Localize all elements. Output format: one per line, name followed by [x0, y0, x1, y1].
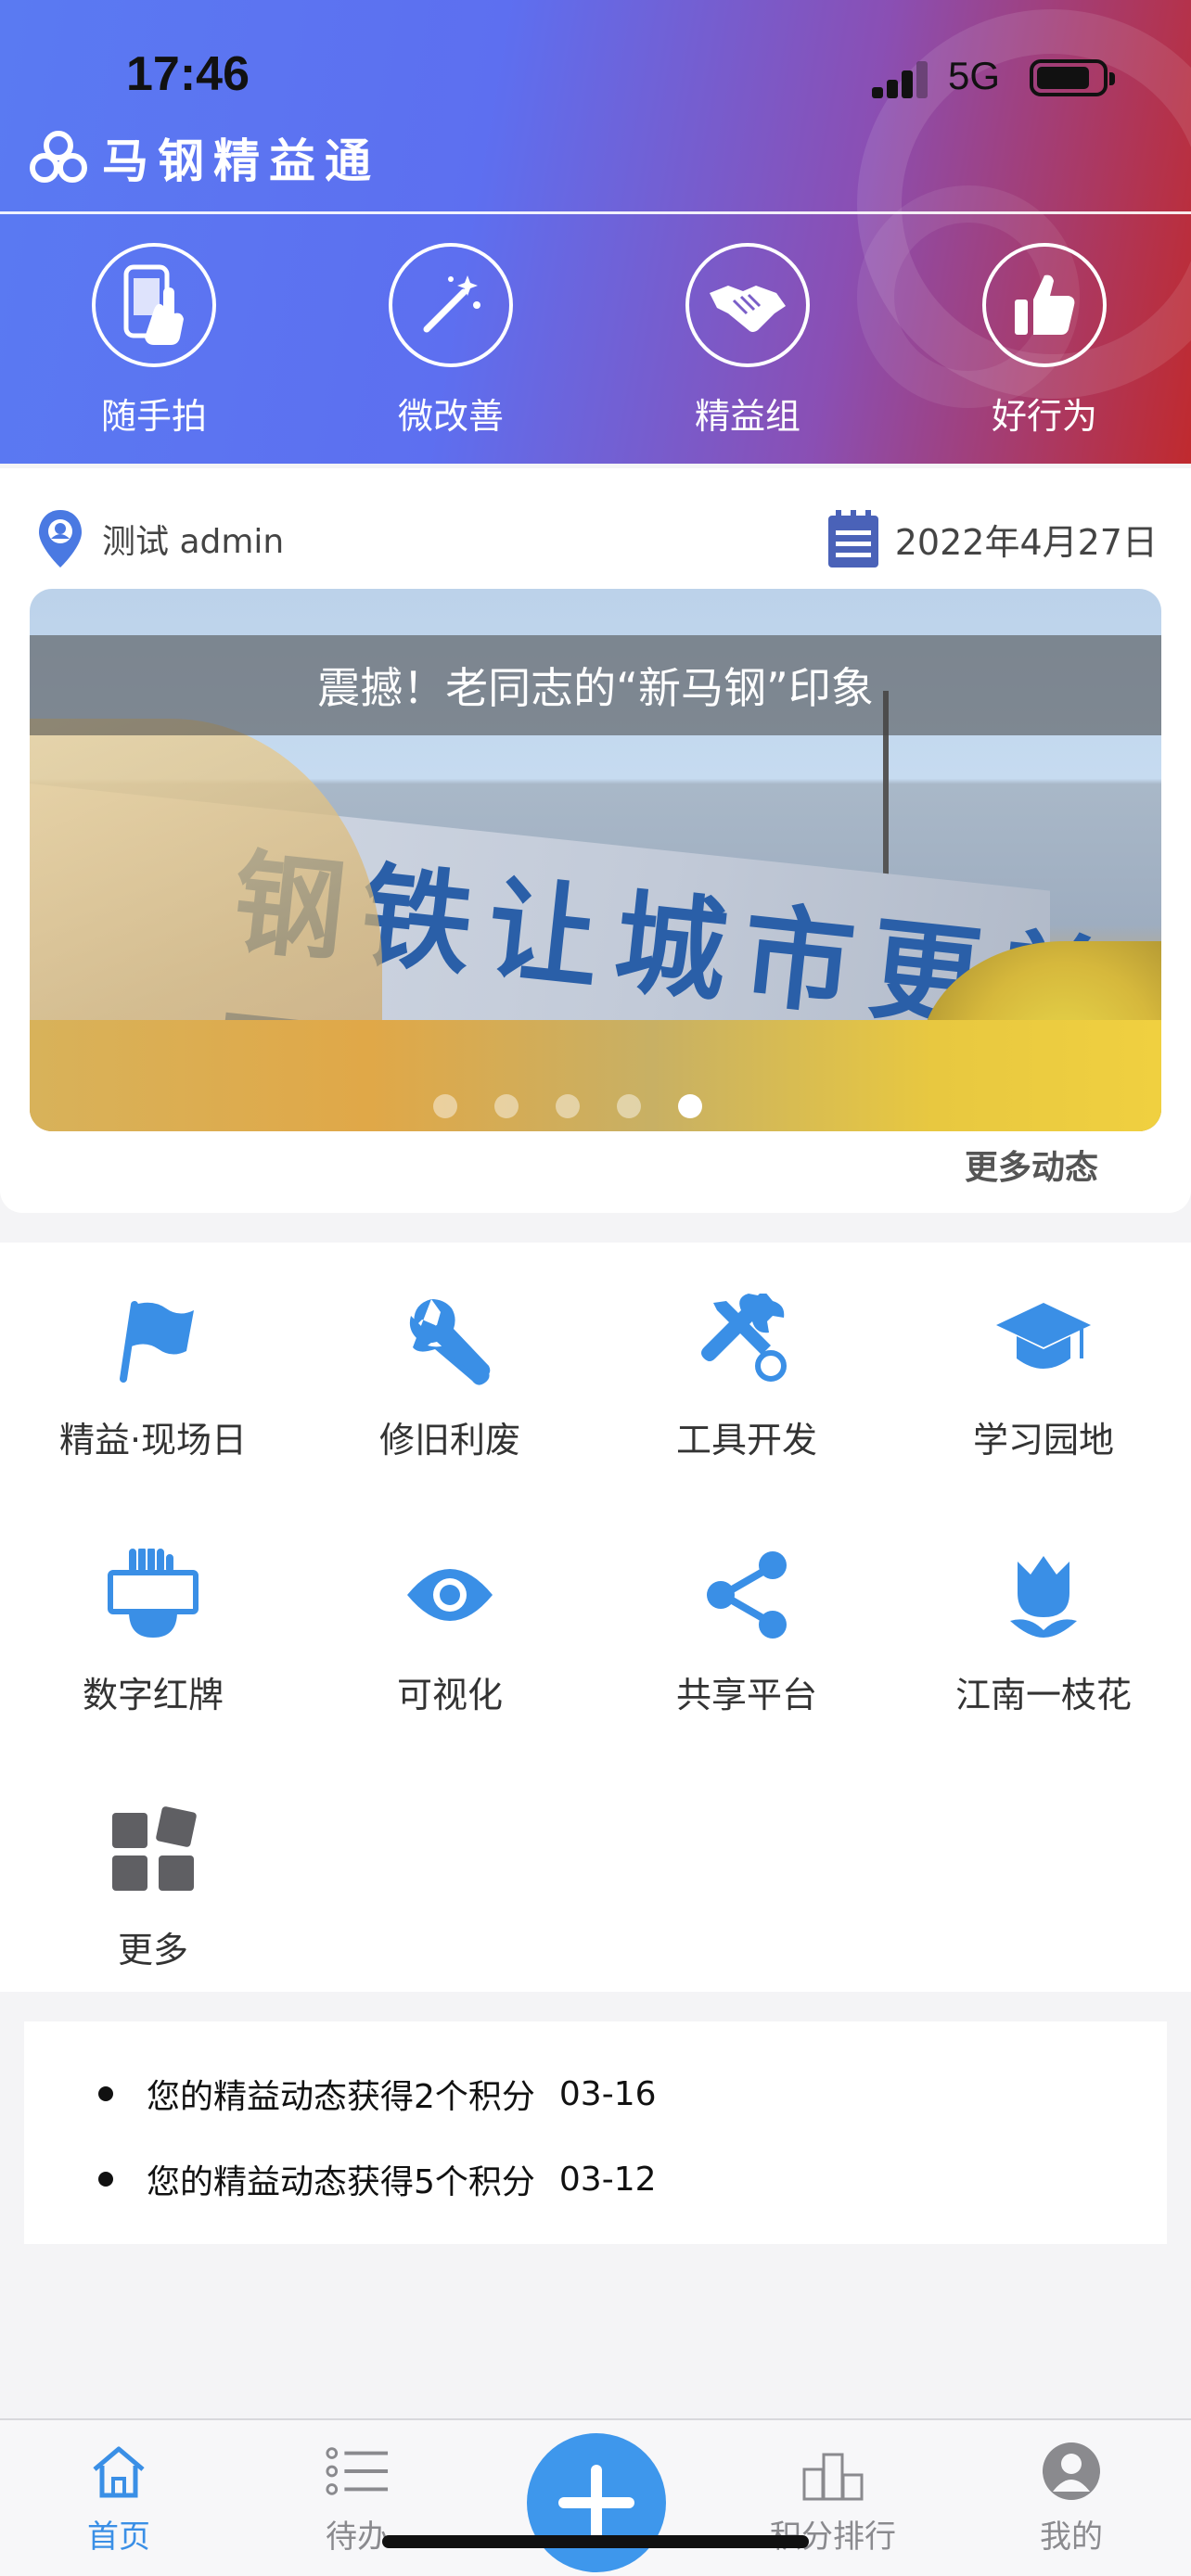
carousel-dot[interactable] [556, 1094, 580, 1118]
menu-item-repair-reuse[interactable]: 修旧利废 [311, 1289, 589, 1462]
user-name: 测试 admin [102, 523, 285, 561]
menu-item-label: 数字红牌 [82, 1675, 224, 1715]
thumbs-up-icon [982, 243, 1107, 367]
app-header: 17:46 5G 马钢精益通 随手拍 微改善 精益组 好行为 [0, 0, 1191, 464]
current-date: 2022年4月27日 [826, 505, 1158, 572]
tab-profile[interactable]: 我的 [997, 2439, 1146, 2557]
menu-item-lean-site-day[interactable]: 精益·现场日 [14, 1289, 292, 1462]
carousel-dot[interactable] [433, 1094, 457, 1118]
banner-caption-bar: 震撼！老同志的“新马钢”印象 [30, 635, 1161, 735]
notice-date: 03-16 [558, 2074, 657, 2113]
user-location: 测试 admin [37, 505, 284, 572]
eye-icon [394, 1544, 506, 1646]
quick-actions: 随手拍 微改善 精益组 好行为 [0, 243, 1191, 447]
menu-item-label: 共享平台 [675, 1675, 817, 1715]
info-card: 测试 admin 2022年4月27日 钢铁让城市更美丽 震撼！老同志的“新马钢… [0, 468, 1191, 1213]
location-pin-icon [39, 510, 82, 567]
date-text: 2022年4月27日 [894, 521, 1158, 563]
bullet [98, 2172, 113, 2187]
signal-icon [872, 61, 931, 98]
notice-item[interactable]: 您的精益动态获得5个积分 03-12 [98, 2155, 657, 2203]
list-icon [325, 2439, 390, 2504]
feature-menu: 精益·现场日 修旧利废 工具开发 学习园地 数字红牌 可视化 共享平台 江南一枝… [0, 1243, 1191, 1992]
status-time: 17:46 [126, 47, 250, 101]
phone-touch-icon [92, 243, 216, 367]
carousel-dots [30, 1094, 1133, 1118]
menu-item-learning-garden[interactable]: 学习园地 [904, 1289, 1183, 1462]
graduation-cap-icon [988, 1289, 1099, 1391]
quick-action-label: 精益组 [694, 396, 800, 437]
menu-item-tool-development[interactable]: 工具开发 [608, 1289, 886, 1462]
menu-item-label: 更多 [117, 1930, 188, 1970]
notice-date: 03-12 [558, 2160, 657, 2199]
quick-action-label: 随手拍 [100, 396, 207, 437]
notice-text: 您的精益动态获得2个积分 [147, 2078, 535, 2116]
tab-label: 首页 [87, 2519, 150, 2556]
share-icon [691, 1544, 802, 1646]
notice-item[interactable]: 您的精益动态获得2个积分 03-16 [98, 2070, 657, 2118]
battery-icon [1030, 59, 1115, 96]
app-logo-icon [30, 131, 87, 183]
menu-item-visualization[interactable]: 可视化 [311, 1544, 589, 1717]
tab-home[interactable]: 首页 [45, 2439, 193, 2557]
quick-action-lean-group[interactable]: 精益组 [655, 243, 840, 439]
news-banner[interactable]: 钢铁让城市更美丽 震撼！老同志的“新马钢”印象 [30, 589, 1161, 1131]
menu-item-label: 可视化 [396, 1675, 503, 1715]
bullet [98, 2086, 113, 2101]
menu-item-share-platform[interactable]: 共享平台 [608, 1544, 886, 1717]
menu-item-label: 修旧利废 [378, 1420, 520, 1460]
menu-item-label: 学习园地 [972, 1420, 1114, 1460]
app-title: 马钢精益通 [102, 134, 380, 188]
quick-action-good-behavior[interactable]: 好行为 [952, 243, 1137, 439]
carousel-dot-active[interactable] [678, 1094, 702, 1118]
carousel-dot[interactable] [494, 1094, 519, 1118]
notice-text: 您的精益动态获得5个积分 [147, 2163, 535, 2201]
quick-action-improvement[interactable]: 微改善 [358, 243, 544, 439]
tulip-icon [988, 1544, 1099, 1646]
more-news-link[interactable]: 更多动态 [965, 1141, 1098, 1189]
menu-item-label: 江南一枝花 [954, 1675, 1132, 1715]
header-divider [0, 211, 1191, 214]
app-title-row: 马钢精益通 [28, 121, 380, 195]
handshake-icon [685, 243, 810, 367]
tab-label: 待办 [326, 2519, 389, 2556]
menu-item-digital-red-card[interactable]: 数字红牌 [14, 1544, 292, 1717]
menu-item-label: 工具开发 [675, 1420, 817, 1460]
menu-item-more[interactable]: 更多 [14, 1799, 292, 1972]
quick-action-snapshot[interactable]: 随手拍 [61, 243, 247, 439]
tab-label: 我的 [1040, 2519, 1103, 2556]
home-indicator[interactable] [382, 2535, 809, 2548]
grid-more-icon [97, 1799, 209, 1901]
tab-label: 积分排行 [770, 2519, 896, 2556]
menu-item-label: 精益·现场日 [58, 1420, 248, 1460]
banner-caption: 震撼！老同志的“新马钢”印象 [317, 663, 874, 713]
user-icon [1039, 2439, 1104, 2504]
flag-icon [97, 1289, 209, 1391]
plus-icon [558, 2465, 634, 2541]
magic-wand-icon [389, 243, 513, 367]
quick-action-label: 好行为 [991, 396, 1097, 437]
add-button[interactable] [527, 2433, 666, 2572]
carousel-dot[interactable] [617, 1094, 641, 1118]
podium-icon [800, 2439, 865, 2504]
tools-icon [691, 1289, 802, 1391]
wrench-icon [394, 1289, 506, 1391]
menu-item-jiangnan-flower[interactable]: 江南一枝花 [904, 1544, 1183, 1717]
calendar-icon [827, 510, 878, 567]
home-icon [86, 2439, 151, 2504]
points-notices: 您的精益动态获得2个积分 03-16 您的精益动态获得5个积分 03-12 [24, 2021, 1167, 2244]
network-label: 5G [948, 54, 1001, 97]
quick-action-label: 微改善 [397, 396, 504, 437]
hand-sign-icon [97, 1544, 209, 1646]
